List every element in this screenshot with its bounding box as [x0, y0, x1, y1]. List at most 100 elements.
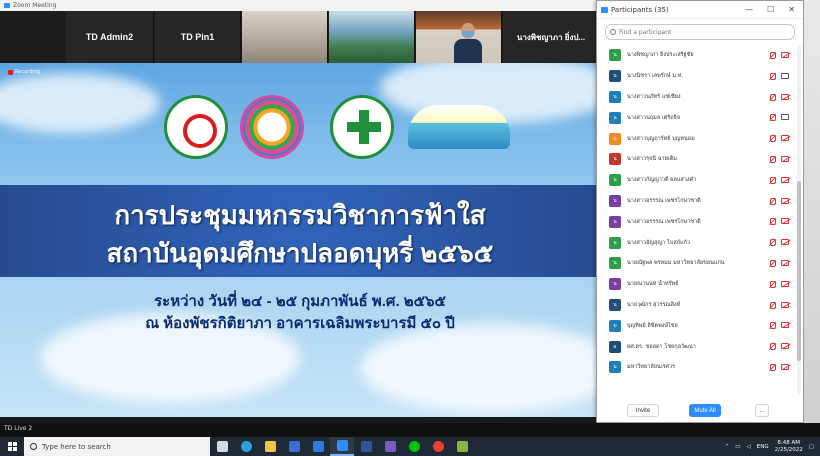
network-icon[interactable]: ▭	[735, 444, 740, 450]
video-off-icon[interactable]	[781, 239, 789, 246]
minimize-icon[interactable]: —	[745, 5, 753, 14]
line-icon[interactable]	[402, 437, 426, 456]
task-view-icon[interactable]	[210, 437, 234, 456]
video-tile-td-pin1[interactable]: TD Pin1	[155, 11, 241, 63]
taskbar-search[interactable]: Type here to search	[24, 437, 210, 456]
participant-row[interactable]: น นายณานนท น้ำทรัพย์	[597, 274, 797, 295]
mic-muted-icon[interactable]	[769, 52, 776, 59]
mic-muted-icon[interactable]	[769, 218, 776, 226]
slide-venue: ณ ห้องพัชรกิติยาภา อาคารเฉลิมพระบารมี ๕๐…	[145, 315, 455, 332]
participant-row[interactable]: น นางนิชรา เลพรักษ์ ม.ท.	[597, 66, 797, 87]
language-indicator[interactable]: ENG	[757, 444, 769, 450]
slide-title-line1: การประชุมมหกรรมวิชาการฟ้าใส	[114, 200, 486, 230]
participant-row[interactable]: ผ ผศ.ดร. ชลลดา โชยกุลวัฒนา	[597, 336, 797, 357]
notifications-icon[interactable]: ▢	[809, 444, 814, 450]
video-off-icon[interactable]	[781, 343, 789, 350]
invite-button[interactable]: Invite	[627, 404, 659, 417]
video-tile-pitchayapa[interactable]: นางพิชญาภา ยิ่งป...	[503, 11, 600, 63]
clock[interactable]: 8:48 AM 2/25/2022	[775, 440, 803, 454]
participant-row[interactable]: น นางสาวอรรรณ เพชรโกษาชาติ	[597, 211, 797, 232]
participant-name: บุญทิพย์ ลิขิตพงษ์ไชย	[627, 322, 678, 329]
participant-row[interactable]: น นางสาวอัญสุญา โบสถ์แก้ว	[597, 232, 797, 253]
video-tile-library[interactable]	[242, 11, 328, 63]
maximize-icon[interactable]: ☐	[767, 5, 774, 14]
mic-muted-icon[interactable]	[769, 176, 776, 184]
participant-row[interactable]: น นางสาวรุจนี ฉายเต็ม	[597, 149, 797, 170]
mic-muted-icon[interactable]	[769, 280, 776, 288]
participant-search-input[interactable]	[619, 28, 789, 36]
vegas-icon[interactable]	[450, 437, 474, 456]
participant-row[interactable]: น นางพิชญาภา ยิ่งประเสริฐชัย	[597, 45, 797, 66]
chrome-icon[interactable]	[426, 437, 450, 456]
video-off-icon[interactable]	[781, 52, 789, 58]
mic-muted-icon[interactable]	[769, 322, 776, 330]
video-on-icon[interactable]	[781, 72, 789, 79]
participant-name: นางสาวอรรรณ เพชรโกษาชาติ	[627, 197, 701, 204]
mic-muted-icon[interactable]	[769, 239, 776, 247]
video-off-icon[interactable]	[781, 155, 789, 162]
zoom-icon[interactable]	[330, 437, 354, 456]
taskbar-apps	[210, 437, 474, 456]
video-tile-person[interactable]	[416, 11, 502, 63]
video-off-icon[interactable]	[781, 93, 789, 100]
avatar: น	[609, 257, 621, 270]
video-off-icon[interactable]	[781, 301, 789, 308]
edge-icon[interactable]	[234, 437, 258, 456]
video-on-icon[interactable]	[781, 114, 789, 121]
participant-row[interactable]: น นางสาวนภัทร์ แซ่เซี่ยง	[597, 87, 797, 108]
word-icon[interactable]	[354, 437, 378, 456]
participant-search[interactable]	[605, 24, 795, 40]
mic-muted-icon[interactable]	[769, 135, 776, 143]
mic-muted-icon[interactable]	[769, 301, 776, 309]
taskbar-search-placeholder: Type here to search	[42, 442, 111, 451]
logo-row	[0, 95, 600, 165]
video-off-icon[interactable]	[781, 322, 789, 329]
mic-muted-icon[interactable]	[769, 363, 776, 371]
more-button[interactable]: ...	[755, 404, 769, 417]
video-off-icon[interactable]	[781, 280, 789, 287]
video-tile-island[interactable]	[329, 11, 415, 63]
zoom-app-icon	[4, 3, 10, 8]
window-controls: — ☐ ✕	[745, 5, 803, 14]
mic-muted-icon[interactable]	[769, 343, 776, 351]
close-icon[interactable]: ✕	[788, 5, 795, 14]
participant-row[interactable]: บ บุญทิพย์ ลิขิตพงษ์ไชย	[597, 315, 797, 336]
photos-icon[interactable]	[378, 437, 402, 456]
participant-row[interactable]: น นายวุฒิกร สุวรรณสิงห์	[597, 295, 797, 316]
participant-row[interactable]: น นางสาวอรรรณ เพชรโกษาชาติ	[597, 191, 797, 212]
mic-muted-icon[interactable]	[769, 93, 776, 101]
mic-muted-icon[interactable]	[769, 259, 776, 267]
mute-all-button[interactable]: Mute All	[689, 404, 721, 417]
participant-row[interactable]: น นางสาวนฤมล เศร้ถจิจ	[597, 107, 797, 128]
video-off-icon[interactable]	[781, 259, 789, 266]
participant-row[interactable]: น นายณัฐพล พรหมม มหาวิทยาลัยขอนแก่น	[597, 253, 797, 274]
participant-row[interactable]: ม มหาวิทยาลัยนเรศวร	[597, 357, 797, 378]
file-explorer-icon[interactable]	[258, 437, 282, 456]
participant-row[interactable]: น นางสาวบุญฤาร์ทย์ บุญหนอม	[597, 128, 797, 149]
scrollbar-thumb[interactable]	[797, 181, 801, 361]
video-off-icon[interactable]	[781, 363, 789, 370]
volume-icon[interactable]: ◁	[747, 444, 751, 450]
video-off-icon[interactable]	[781, 197, 789, 204]
participant-name: ผศ.ดร. ชลลดา โชยกุลวัฒนา	[627, 343, 696, 350]
mic-muted-icon[interactable]	[769, 197, 776, 205]
mail-icon[interactable]	[306, 437, 330, 456]
video-tile-td-admin2[interactable]: TD Admin2	[66, 11, 154, 63]
participant-list[interactable]: นนางพิชญาภา ยิ่งประเสริฐชัยนนางนิชรา เลพ…	[597, 45, 797, 395]
store-icon[interactable]	[282, 437, 306, 456]
participant-name: นางสาวนภัทร์ แซ่เซี่ยง	[627, 93, 681, 100]
mic-muted-icon[interactable]	[769, 155, 776, 163]
participants-footer: Invite Mute All ...	[597, 401, 803, 421]
slide-title-banner: การประชุมมหกรรมวิชาการฟ้าใส สถาบันอุดมศึ…	[0, 185, 600, 277]
video-off-icon[interactable]	[781, 135, 789, 142]
video-off-icon[interactable]	[781, 218, 789, 225]
tray-chevron-icon[interactable]: ⌃	[725, 444, 730, 450]
start-button[interactable]	[0, 437, 24, 456]
mic-muted-icon[interactable]	[769, 114, 776, 122]
participant-name: นางสาวกัญญาวดี ผลแสวงค่ำ	[627, 177, 697, 184]
slide-title-line2: สถาบันอุดมศึกษาปลอดบุหรี่ ๒๕๖๕	[106, 238, 494, 268]
video-tile-label: TD Admin2	[85, 32, 134, 42]
video-off-icon[interactable]	[781, 176, 789, 183]
participant-row[interactable]: น นางสาวกัญญาวดี ผลแสวงค่ำ	[597, 170, 797, 191]
mic-muted-icon[interactable]	[769, 72, 776, 80]
